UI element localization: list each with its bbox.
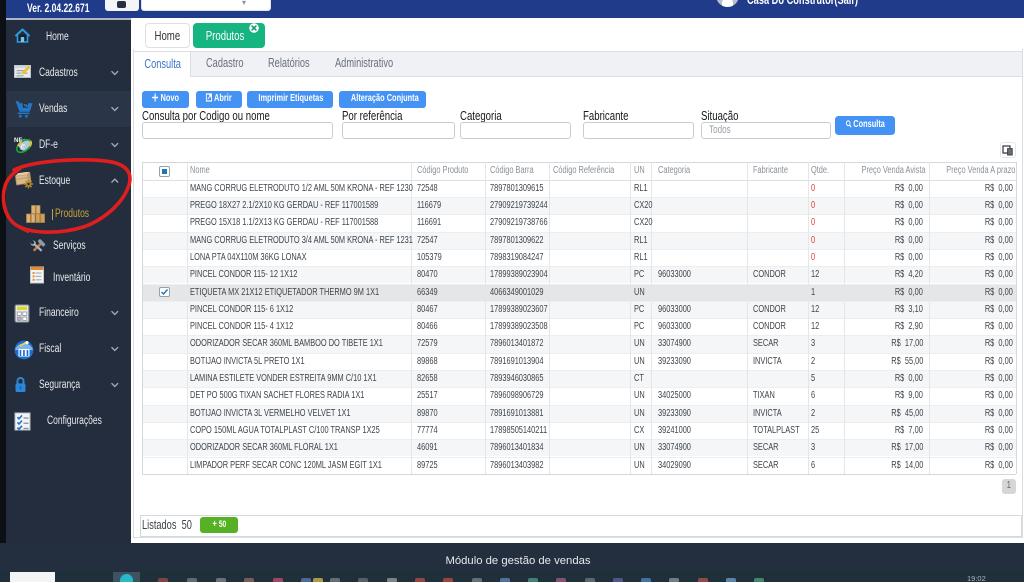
svg-text:NF: NF (14, 137, 22, 144)
svg-text:%: % (24, 103, 29, 109)
